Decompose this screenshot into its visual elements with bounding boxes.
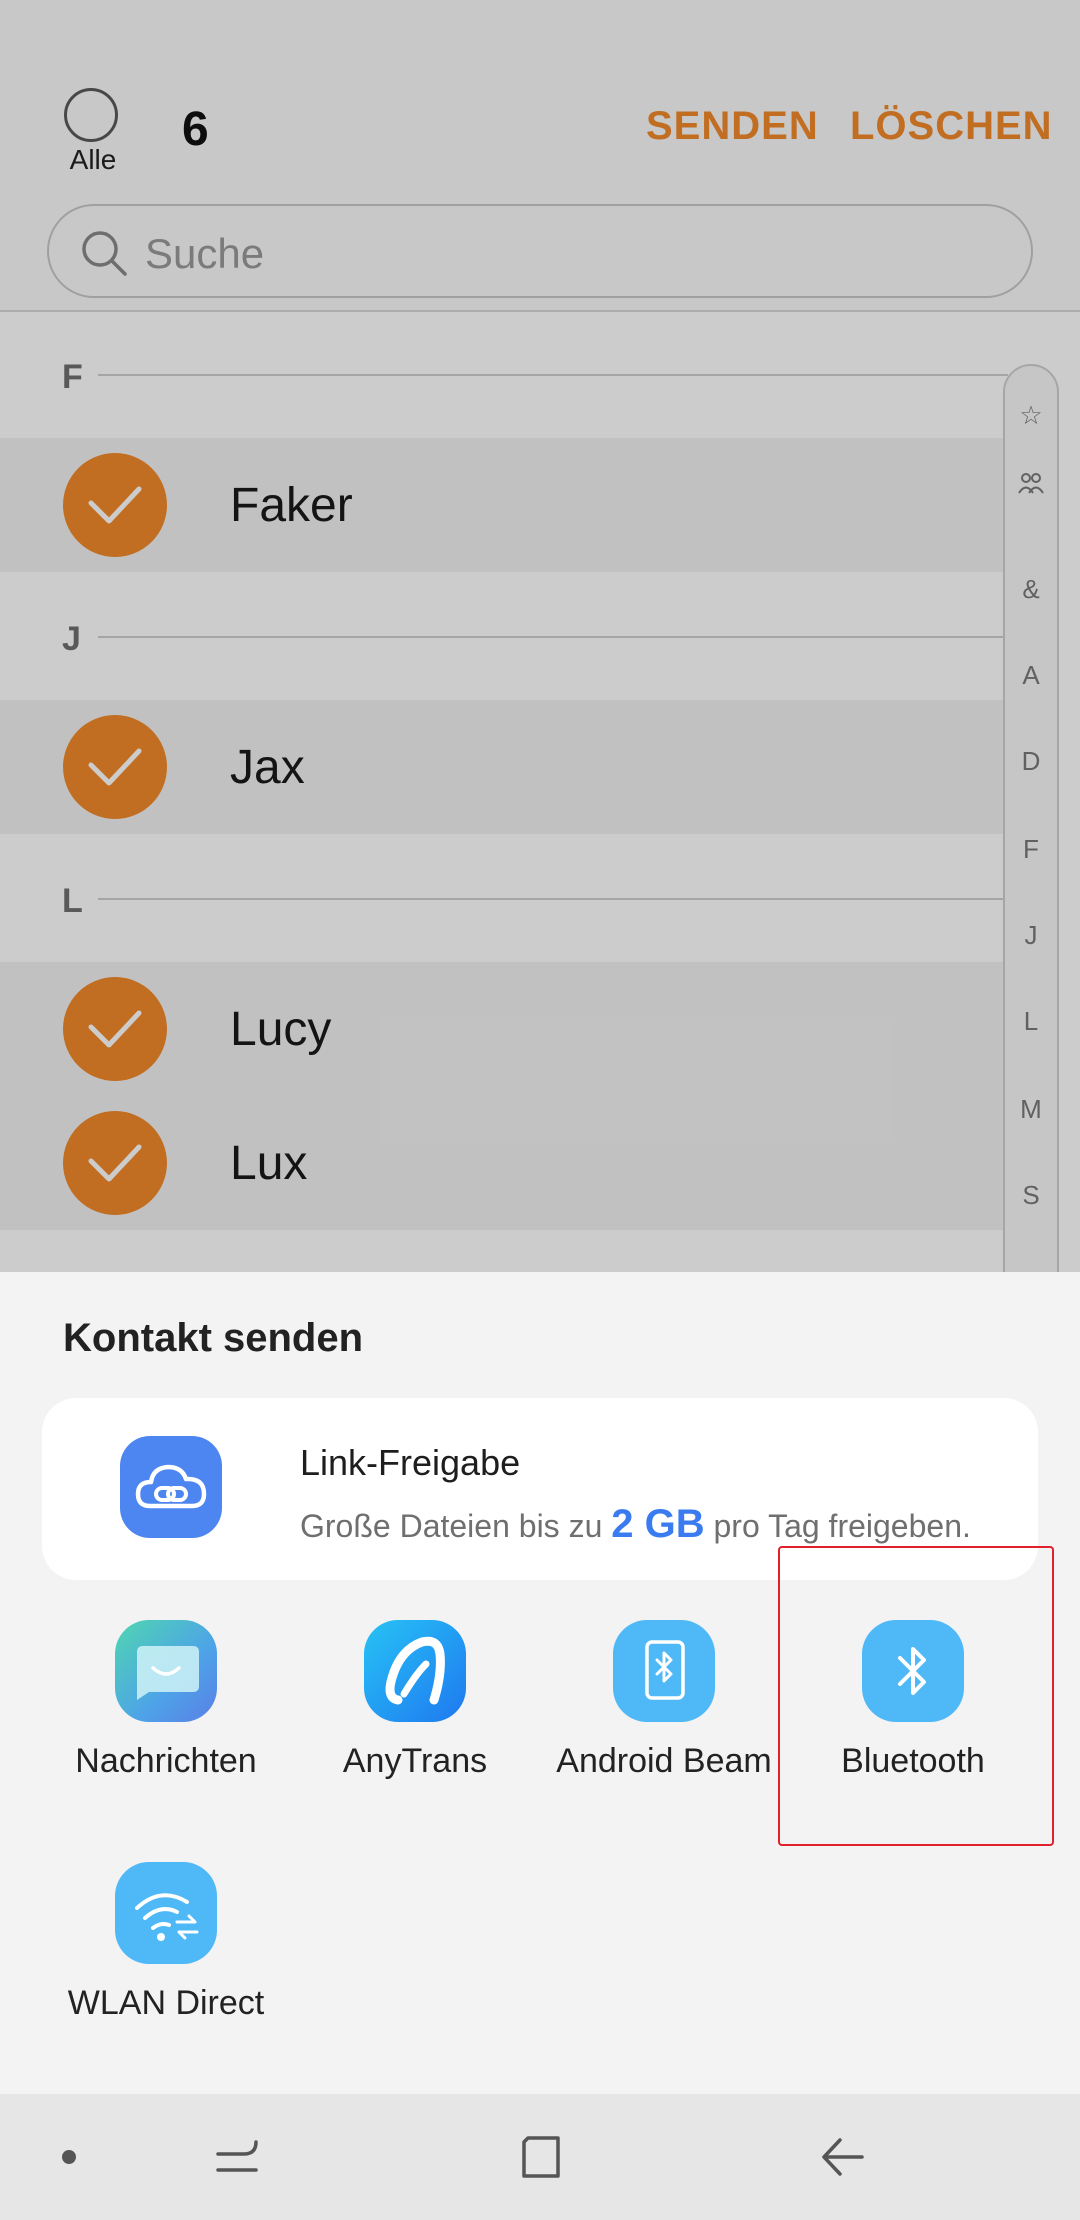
home-icon[interactable] xyxy=(516,2132,564,2182)
share-app-label: Android Beam xyxy=(556,1742,772,1780)
share-app-label: WLAN Direct xyxy=(67,1984,265,2022)
share-app-nachrichten[interactable]: Nachrichten xyxy=(51,1620,281,1820)
cloud-link-icon xyxy=(120,1436,222,1538)
recent-apps-icon[interactable] xyxy=(214,2134,260,2180)
share-app-label: AnyTrans xyxy=(342,1742,488,1780)
wifi-direct-icon xyxy=(115,1862,217,1964)
share-sheet-title: Kontakt senden xyxy=(63,1316,364,1360)
link-share-subtitle: Große Dateien bis zu 2 GB pro Tag freige… xyxy=(300,1502,971,1547)
anytrans-icon xyxy=(364,1620,466,1722)
share-app-wlan-direct[interactable]: WLAN Direct xyxy=(51,1862,281,2062)
bluetooth-highlight-box xyxy=(778,1546,1054,1846)
contacts-screen: Alle 6 SENDEN LÖSCHEN Suche F Faker J Ja… xyxy=(0,0,1080,1272)
android-beam-icon xyxy=(613,1620,715,1722)
share-app-anytrans[interactable]: AnyTrans xyxy=(300,1620,530,1820)
link-share-title: Link-Freigabe xyxy=(300,1442,521,1483)
nav-dot-icon[interactable] xyxy=(62,2150,76,2164)
link-share-subtitle-after: pro Tag freigeben. xyxy=(713,1508,971,1544)
system-nav-bar xyxy=(0,2094,1080,2220)
back-icon[interactable] xyxy=(818,2134,868,2180)
share-app-label: Nachrichten xyxy=(75,1742,257,1780)
messages-icon xyxy=(115,1620,217,1722)
share-app-android-beam[interactable]: Android Beam xyxy=(549,1620,779,1820)
link-share-limit: 2 GB xyxy=(611,1502,705,1546)
link-share-subtitle-before: Große Dateien bis zu xyxy=(300,1508,603,1544)
dim-overlay[interactable] xyxy=(0,0,1080,1272)
